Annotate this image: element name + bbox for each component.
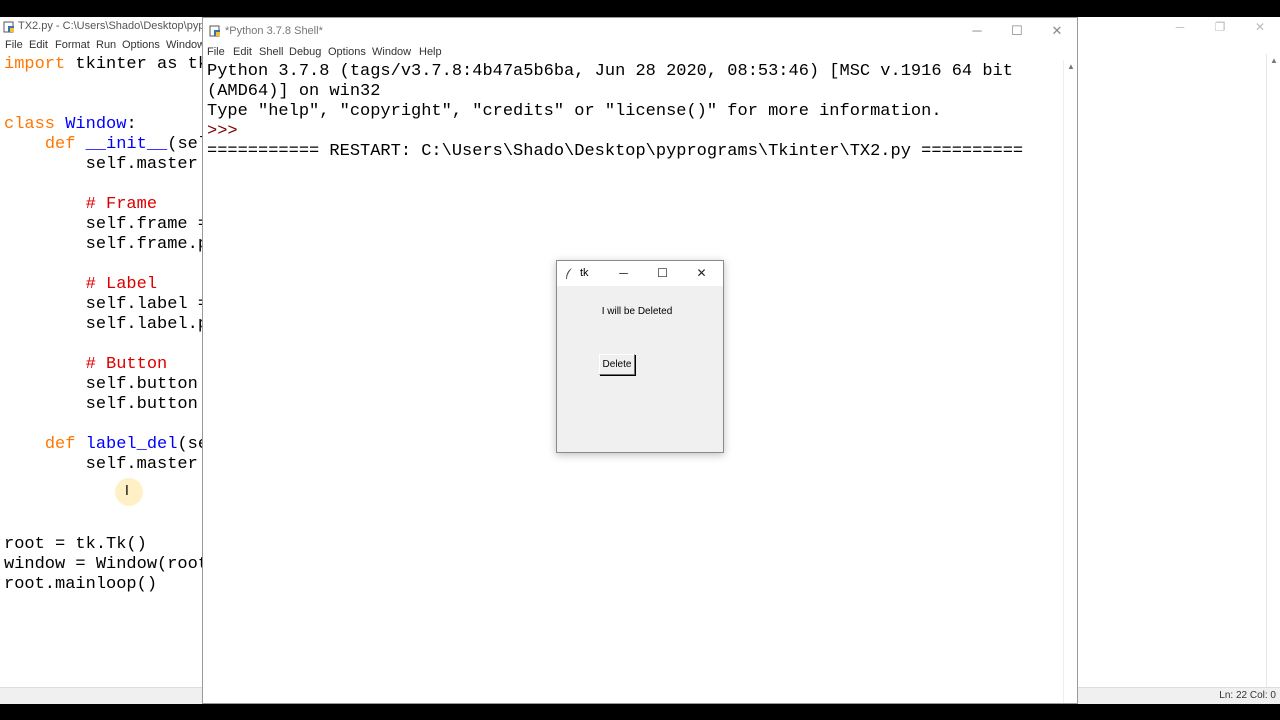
- cursor-position: Ln: 22 Col: 0: [1219, 690, 1276, 701]
- shell-line-restart: =========== RESTART: C:\Users\Shado\Desk…: [207, 142, 1024, 161]
- code-text: window = Window(root): [4, 555, 202, 574]
- editor-code-area[interactable]: import tkinter as tk class Window: def __…: [0, 55, 202, 685]
- code-text: self.master = master: [85, 155, 198, 174]
- delete-button[interactable]: Delete: [599, 354, 635, 375]
- code-line: self.frame = tk.Frame(self.master): [4, 215, 202, 235]
- scroll-up-icon[interactable]: ▲: [1270, 56, 1278, 65]
- code-line: self.master.destroy(): [4, 455, 202, 475]
- code-comment: # Label: [4, 275, 158, 294]
- tk-title: tk: [580, 267, 589, 279]
- editor-menu-options[interactable]: Options: [122, 39, 160, 51]
- shell-scrollbar[interactable]: ▲: [1063, 60, 1077, 703]
- tk-minimize-icon[interactable]: ─: [604, 261, 643, 286]
- code-line: def label_del(self):: [4, 435, 202, 455]
- shell-minimize-icon[interactable]: ─: [957, 18, 997, 44]
- code-comment: # Button: [4, 355, 168, 374]
- idle-shell-icon: [209, 25, 220, 37]
- code-definition-name: __init__: [75, 135, 168, 154]
- code-line: self.button.pack(): [4, 395, 202, 415]
- code-text: (self, master):: [167, 135, 202, 154]
- editor-scrollbar[interactable]: ▲ ▼: [1266, 54, 1280, 704]
- code-line: class Window:: [4, 115, 137, 135]
- shell-titlebar[interactable]: *Python 3.7.8 Shell* ─ ☐ ✕: [203, 18, 1077, 44]
- shell-close-icon[interactable]: ✕: [1037, 18, 1077, 44]
- code-line: # Button: [4, 355, 168, 375]
- editor-menu-format[interactable]: Format: [55, 39, 90, 51]
- shell-menu-debug[interactable]: Debug: [289, 46, 321, 58]
- editor-menu-window[interactable]: Window: [166, 39, 205, 51]
- tk-maximize-icon[interactable]: ☐: [643, 261, 682, 286]
- code-text: self.frame = tk.Frame(self.master): [85, 215, 202, 234]
- code-line: self.master = master: [4, 155, 202, 175]
- shell-title: *Python 3.7.8 Shell*: [225, 25, 323, 37]
- shell-menu-shell[interactable]: Shell: [259, 46, 283, 58]
- tk-label: I will be Deleted: [601, 306, 673, 317]
- code-text: self.button = tk.Button(self.frame): [85, 375, 198, 394]
- code-text: self.button.pack(): [85, 395, 202, 414]
- editor-close-icon[interactable]: ✕: [1240, 17, 1280, 37]
- idle-file-icon: [3, 21, 14, 33]
- shell-menubar: File Edit Shell Debug Options Window Hel…: [203, 44, 1077, 60]
- code-definition-name: label_del: [75, 435, 178, 454]
- tk-titlebar[interactable]: tk ─ ☐ ✕: [557, 261, 723, 286]
- code-line: self.frame.pack(): [4, 235, 202, 255]
- code-keyword: def: [44, 435, 76, 454]
- code-text: self.label.pack(): [85, 315, 202, 334]
- code-line: def __init__(self, master):: [4, 135, 202, 155]
- code-line: # Label: [4, 275, 157, 295]
- text-cursor-icon: I: [125, 484, 129, 499]
- shell-menu-file[interactable]: File: [207, 46, 225, 58]
- tk-feather-icon: [566, 268, 572, 279]
- code-line: # Frame: [4, 195, 157, 215]
- code-line: self.label.pack(): [4, 315, 202, 335]
- code-line: self.label = tk.Label(self.frame): [4, 295, 202, 315]
- code-line: root.mainloop(): [4, 575, 157, 595]
- code-keyword: import: [4, 55, 66, 74]
- code-keyword: def: [44, 135, 76, 154]
- code-definition-name: Window: [55, 115, 127, 134]
- shell-prompt: >>>: [207, 122, 248, 141]
- code-keyword: class: [4, 115, 56, 134]
- tk-window: tk ─ ☐ ✕ I will be Deleted Delete: [556, 260, 724, 453]
- code-text: root.mainloop(): [4, 575, 158, 594]
- code-text: self.frame.pack(): [85, 235, 202, 254]
- code-line: self.button = tk.Button(self.frame): [4, 375, 202, 395]
- tk-close-icon[interactable]: ✕: [682, 261, 721, 286]
- editor-minimize-icon[interactable]: ─: [1160, 17, 1200, 37]
- editor-menu-file[interactable]: File: [5, 39, 23, 51]
- code-text: self.master.destroy(): [85, 455, 202, 474]
- code-text: tkinter as tk: [65, 55, 202, 74]
- mouse-cursor-highlight: [115, 478, 143, 506]
- editor-menu-run[interactable]: Run: [96, 39, 116, 51]
- code-comment: # Frame: [4, 195, 158, 214]
- shell-scroll-up-icon[interactable]: ▲: [1067, 62, 1075, 71]
- shell-menu-edit[interactable]: Edit: [233, 46, 252, 58]
- shell-menu-help[interactable]: Help: [419, 46, 442, 58]
- code-text: (self):: [177, 435, 202, 454]
- editor-menubar: File Edit Format Run Options Window: [0, 37, 210, 53]
- shell-line-platform: (AMD64)] on win32: [207, 82, 381, 101]
- shell-menu-options[interactable]: Options: [328, 46, 366, 58]
- bottom-strip: [0, 704, 1280, 720]
- shell-menu-window[interactable]: Window: [372, 46, 411, 58]
- code-text: self.label = tk.Label(self.frame): [85, 295, 202, 314]
- shell-line-version: Python 3.7.8 (tags/v3.7.8:4b47a5b6ba, Ju…: [207, 62, 1013, 81]
- editor-restore-icon[interactable]: ❐: [1200, 17, 1240, 37]
- editor-menu-edit[interactable]: Edit: [29, 39, 48, 51]
- shell-line-help: Type "help", "copyright", "credits" or "…: [207, 102, 942, 121]
- code-line: root = tk.Tk(): [4, 535, 147, 555]
- code-text: :: [126, 115, 137, 134]
- code-line: import tkinter as tk: [4, 55, 202, 75]
- code-line: window = Window(root): [4, 555, 202, 575]
- code-text: root = tk.Tk(): [4, 535, 147, 554]
- shell-maximize-icon[interactable]: ☐: [997, 18, 1037, 44]
